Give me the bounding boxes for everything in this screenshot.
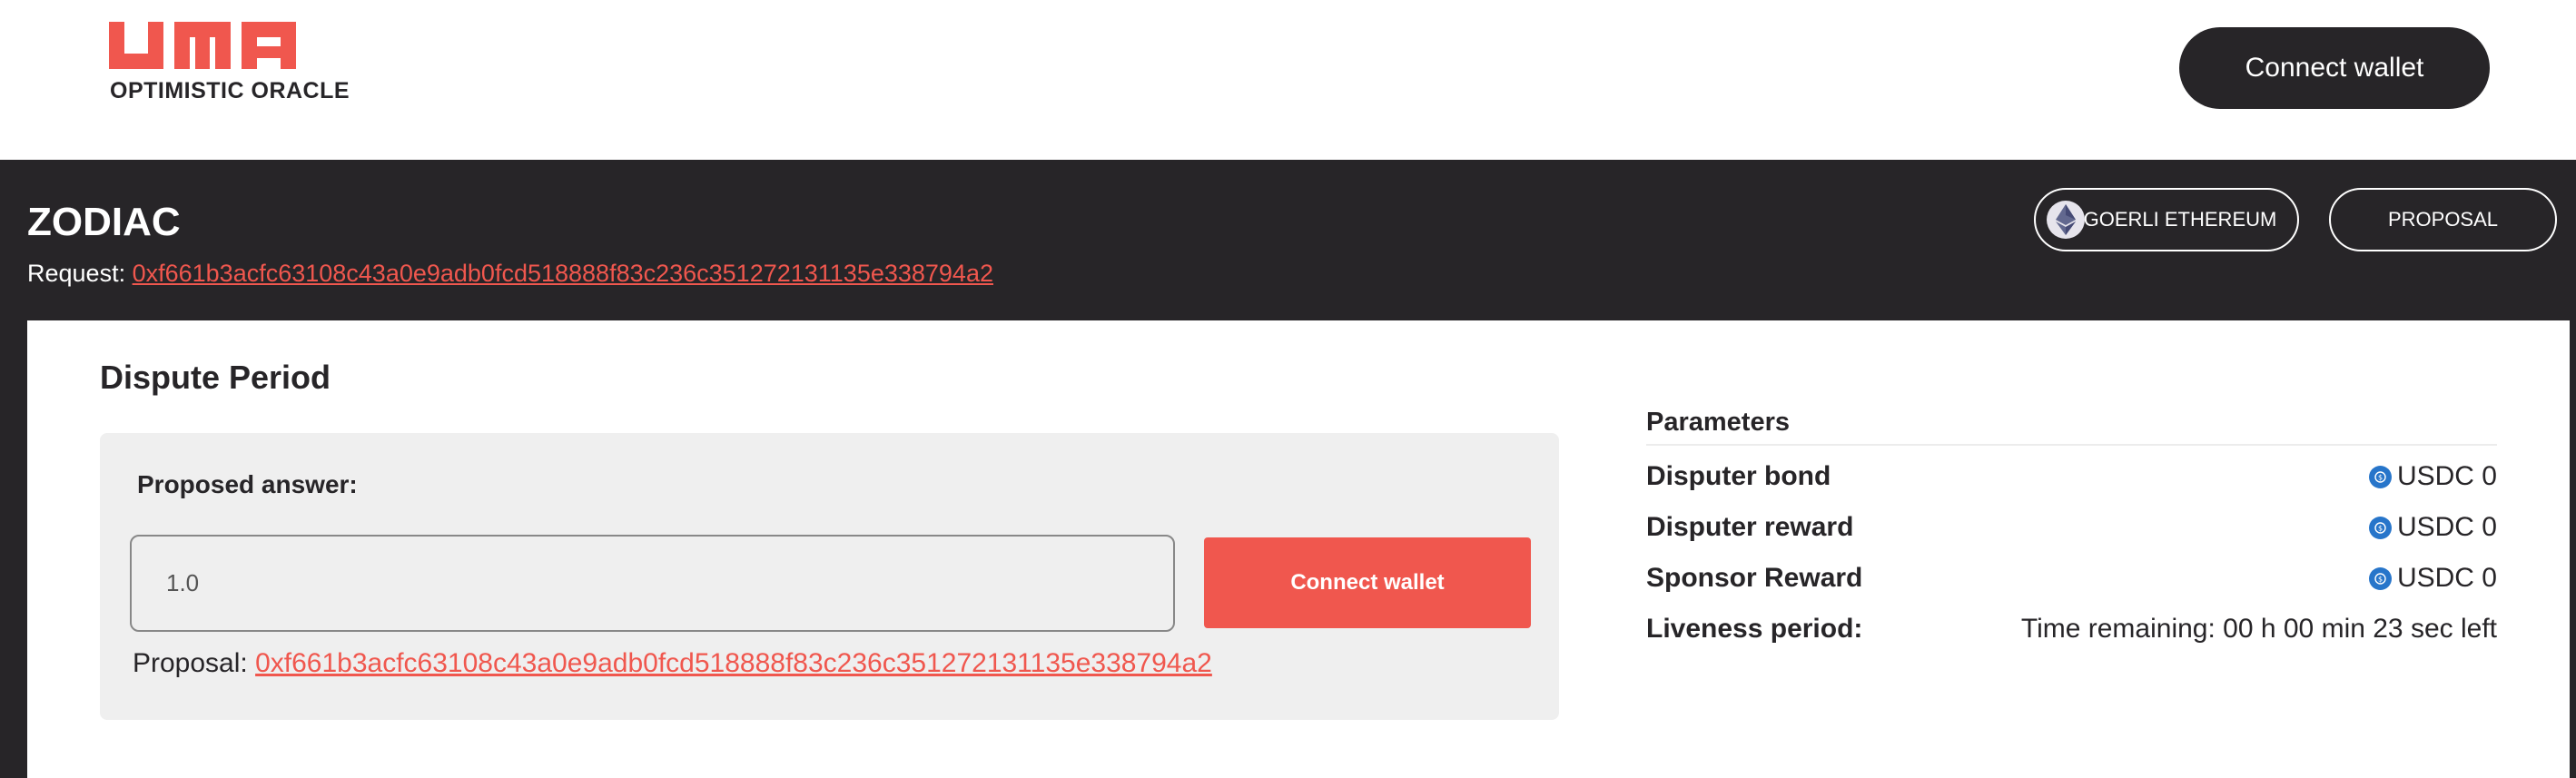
param-row-liveness-period: Liveness period: Time remaining: 00 h 00… xyxy=(1646,611,2497,647)
proposal-line: Proposal: 0xf661b3acfc63108c43a0e9adb0fc… xyxy=(133,648,1212,679)
brand-subtitle: OPTIMISTIC ORACLE xyxy=(110,78,350,103)
network-badge[interactable]: GOERLI ETHEREUM xyxy=(2034,188,2299,251)
section-title: Dispute Period xyxy=(100,359,331,396)
request-id-link[interactable]: 0xf661b3acfc63108c43a0e9adb0fcd518888f83… xyxy=(133,260,993,287)
request-type-label: PROPOSAL xyxy=(2387,208,2499,231)
request-type-badge[interactable]: PROPOSAL xyxy=(2329,188,2557,251)
uma-logo[interactable] xyxy=(109,22,347,69)
param-label: Disputer bond xyxy=(1646,461,1831,491)
connect-wallet-button[interactable]: Connect wallet xyxy=(2179,27,2490,109)
svg-text:$: $ xyxy=(2378,575,2383,583)
param-label: Disputer reward xyxy=(1646,512,1854,542)
param-label: Liveness period: xyxy=(1646,614,1863,644)
dispute-connect-wallet-button[interactable]: Connect wallet xyxy=(1204,537,1531,628)
ethereum-icon xyxy=(2047,201,2085,239)
usdc-icon: $ xyxy=(2368,465,2392,488)
param-value: Time remaining: 00 h 00 min 23 sec left xyxy=(2020,614,2497,644)
param-label: Sponsor Reward xyxy=(1646,563,1863,593)
network-label: GOERLI ETHEREUM xyxy=(2083,208,2277,231)
param-value: USDC 0 xyxy=(2396,563,2497,593)
proposal-id-link[interactable]: 0xf661b3acfc63108c43a0e9adb0fcd518888f83… xyxy=(255,648,1212,678)
top-bar: OPTIMISTIC ORACLE Connect wallet xyxy=(0,0,2576,160)
param-value: USDC 0 xyxy=(2396,461,2497,491)
parameters-divider xyxy=(1646,444,2497,446)
param-value: USDC 0 xyxy=(2396,512,2497,542)
param-row-sponsor-reward: Sponsor Reward $ USDC 0 xyxy=(1646,560,2497,596)
svg-text:$: $ xyxy=(2378,524,2383,532)
uma-logo-mark xyxy=(109,22,296,69)
usdc-icon: $ xyxy=(2368,566,2392,590)
request-title: ZODIAC xyxy=(27,200,181,244)
usdc-icon: $ xyxy=(2368,516,2392,539)
request-line: Request: 0xf661b3acfc63108c43a0e9adb0fcd… xyxy=(27,260,993,288)
request-label: Request: xyxy=(27,260,126,287)
parameters-title: Parameters xyxy=(1646,408,1790,437)
param-row-disputer-reward: Disputer reward $ USDC 0 xyxy=(1646,509,2497,546)
param-row-disputer-bond: Disputer bond $ USDC 0 xyxy=(1646,458,2497,495)
proposed-answer-input[interactable] xyxy=(130,535,1175,632)
proposed-answer-label: Proposed answer: xyxy=(137,470,358,498)
proposal-label: Proposal: xyxy=(133,648,248,678)
svg-text:$: $ xyxy=(2378,473,2383,481)
